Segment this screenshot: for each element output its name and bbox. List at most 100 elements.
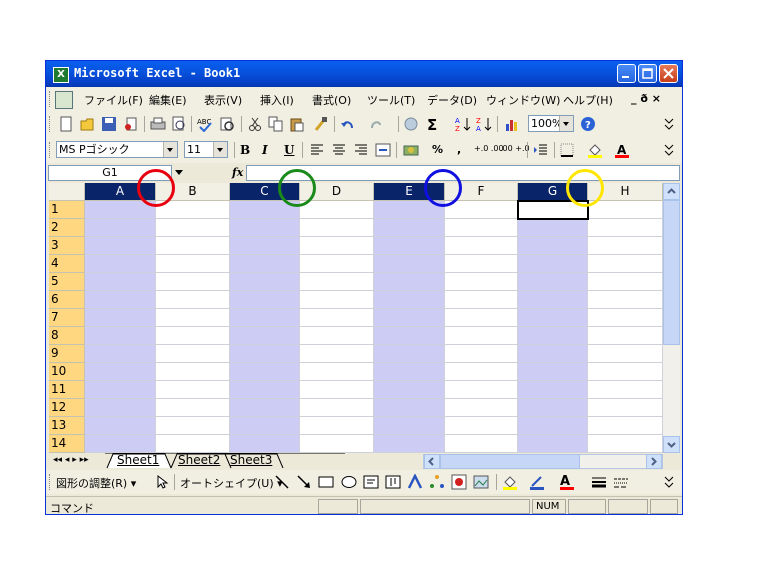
align-right-icon[interactable] [353, 142, 369, 158]
menu-help[interactable]: ヘルプ(H) [563, 92, 613, 108]
select-objects-icon[interactable] [154, 474, 170, 490]
draw-fill-color-icon[interactable] [502, 474, 518, 490]
clip-art-icon[interactable] [451, 474, 467, 490]
hyperlink-icon[interactable] [403, 116, 419, 132]
font-color-icon[interactable]: A [614, 142, 630, 158]
indent-icon[interactable] [533, 142, 549, 158]
row-header-6[interactable]: 6 [49, 291, 85, 309]
row-header-11[interactable]: 11 [49, 381, 85, 399]
draw-menu-button[interactable]: 図形の調整(R) ▾ [56, 475, 136, 491]
line-icon[interactable] [274, 474, 290, 490]
copy-icon[interactable] [268, 116, 284, 132]
autoshapes-menu-button[interactable]: オートシェイプ(U) ▾ [180, 475, 283, 491]
vertical-scroll-thumb[interactable] [663, 200, 680, 345]
minimize-button[interactable] [617, 64, 636, 83]
name-box-dropdown-icon[interactable] [175, 170, 184, 176]
scroll-left-button[interactable] [424, 454, 440, 469]
align-center-icon[interactable] [331, 142, 347, 158]
font-name-select[interactable]: MS Pゴシック [56, 141, 178, 158]
line-style-icon[interactable] [591, 474, 607, 490]
new-icon[interactable] [58, 116, 74, 132]
arrow-icon[interactable] [296, 474, 312, 490]
currency-icon[interactable] [403, 142, 419, 158]
percent-button[interactable]: % [432, 143, 443, 156]
zoom-select[interactable]: 100% [528, 115, 574, 132]
dash-style-icon[interactable] [613, 474, 629, 490]
save-icon[interactable] [101, 116, 117, 132]
row-header-13[interactable]: 13 [49, 417, 85, 435]
row-header-1[interactable]: 1 [49, 201, 85, 219]
align-left-icon[interactable] [309, 142, 325, 158]
research-icon[interactable] [219, 116, 235, 132]
row-header-10[interactable]: 10 [49, 363, 85, 381]
row-header-8[interactable]: 8 [49, 327, 85, 345]
paste-icon[interactable] [289, 116, 305, 132]
vertical-scrollbar[interactable] [663, 183, 680, 453]
sheet-tab-2[interactable]: Sheet2 [178, 453, 220, 468]
borders-icon[interactable] [559, 142, 575, 158]
menu-grip[interactable] [49, 91, 53, 107]
zoom-dropdown-icon[interactable] [559, 116, 573, 131]
font-name-dropdown-icon[interactable] [163, 142, 177, 157]
undo-icon[interactable] [340, 116, 356, 132]
line-color-icon[interactable] [529, 474, 545, 490]
autosum-icon[interactable]: Σ [425, 116, 441, 132]
underline-button[interactable]: U [284, 143, 294, 157]
drawing-grip[interactable] [49, 474, 53, 490]
help-icon[interactable]: ? [580, 116, 596, 132]
text-box-icon[interactable] [363, 474, 379, 490]
menu-data[interactable]: データ(D) [427, 92, 477, 108]
print-icon[interactable] [150, 116, 166, 132]
row-header-2[interactable]: 2 [49, 219, 85, 237]
horizontal-scrollbar[interactable] [423, 454, 663, 469]
comma-button[interactable]: , [457, 143, 461, 156]
row-header-7[interactable]: 7 [49, 309, 85, 327]
horizontal-scroll-thumb[interactable] [440, 454, 580, 469]
row-header-4[interactable]: 4 [49, 255, 85, 273]
scroll-up-button[interactable] [663, 183, 680, 200]
decrease-decimal-button[interactable]: .00 +.0 [500, 144, 530, 153]
print-preview-icon[interactable] [171, 116, 187, 132]
toolbar-options-icon[interactable] [664, 474, 674, 490]
workbook-icon[interactable] [55, 91, 73, 109]
diagram-icon[interactable] [429, 474, 445, 490]
sheet-tab-3[interactable]: Sheet3 [230, 453, 272, 468]
bold-button[interactable]: B [240, 143, 250, 157]
fill-color-icon[interactable] [587, 142, 603, 158]
select-all-corner[interactable] [49, 183, 85, 201]
row-header-14[interactable]: 14 [49, 435, 85, 453]
scroll-right-button[interactable] [646, 454, 662, 469]
sort-descending-icon[interactable]: ZA [476, 116, 492, 132]
insert-picture-icon[interactable] [473, 474, 489, 490]
toolbar-options-icon[interactable] [664, 142, 674, 158]
row-header-9[interactable]: 9 [49, 345, 85, 363]
open-icon[interactable] [80, 116, 96, 132]
sheet-tab-1[interactable]: Sheet1 [117, 453, 159, 468]
menu-format[interactable]: 書式(O) [312, 92, 351, 108]
wordart-icon[interactable] [407, 474, 423, 490]
vertical-text-box-icon[interactable] [385, 474, 401, 490]
sort-ascending-icon[interactable]: AZ [455, 116, 471, 132]
italic-button[interactable]: I [262, 143, 268, 157]
maximize-button[interactable] [638, 64, 657, 83]
row-header-12[interactable]: 12 [49, 399, 85, 417]
merge-center-icon[interactable] [375, 142, 391, 158]
cut-icon[interactable] [247, 116, 263, 132]
close-button[interactable] [659, 64, 678, 83]
oval-icon[interactable] [341, 474, 357, 490]
document-controls[interactable]: _ ð × [631, 92, 661, 105]
chart-wizard-icon[interactable] [504, 116, 520, 132]
title-bar[interactable]: X Microsoft Excel - Book1 [46, 61, 682, 87]
row-header-5[interactable]: 5 [49, 273, 85, 291]
row-header-3[interactable]: 3 [49, 237, 85, 255]
menu-insert[interactable]: 挿入(I) [260, 92, 294, 108]
standard-grip[interactable] [49, 116, 53, 132]
menu-tools[interactable]: ツール(T) [367, 92, 415, 108]
worksheet-grid[interactable]: A B C D E F G H 1 2 3 4 5 6 7 8 9 10 11 12 13 14 [49, 183, 663, 453]
insert-function-button[interactable]: fx [232, 166, 243, 179]
font-size-dropdown-icon[interactable] [213, 142, 227, 157]
menu-edit[interactable]: 編集(E) [149, 92, 187, 108]
spelling-icon[interactable]: ABC [197, 116, 213, 132]
scroll-down-button[interactable] [663, 436, 680, 453]
excel-app-icon[interactable]: X [53, 67, 69, 83]
